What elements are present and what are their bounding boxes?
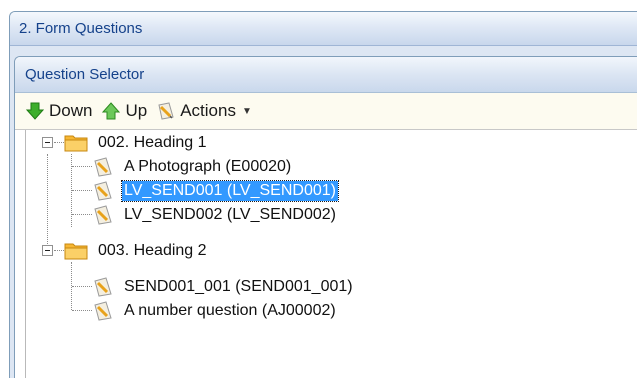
question-page-icon [94,157,112,177]
question-selector-title: Question Selector [25,66,145,83]
down-button[interactable]: Down [25,101,92,121]
form-questions-header[interactable]: 2. Form Questions [10,12,637,46]
tree-item-question-selected[interactable]: LV_SEND001 (LV_SEND001) [92,179,339,203]
question-label: A Photograph (E00020) [124,158,292,175]
question-label: SEND001_001 (SEND001_001) [124,278,353,295]
question-label: LV_SEND002 (LV_SEND002) [124,206,336,223]
actions-button[interactable]: Actions ▼ [156,101,252,121]
tree-connector [54,250,64,251]
question-page-icon [94,277,112,297]
question-page-icon [94,301,112,321]
tree-group-heading-2[interactable]: 003. Heading 2 [64,239,209,263]
tree-item-question[interactable]: A number question (AJ00002) [92,299,338,323]
collapse-toggle[interactable] [42,245,53,256]
collapse-toggle[interactable] [42,137,53,148]
tree-connector [72,214,92,215]
actions-label: Actions [180,101,236,120]
up-label: Up [125,101,148,120]
question-page-icon [94,181,112,201]
tree-connector [72,190,92,191]
folder-icon [64,135,88,152]
tree-item-question[interactable]: LV_SEND002 (LV_SEND002) [92,203,338,227]
tree-group-heading-1[interactable]: 002. Heading 1 [64,131,209,155]
question-page-icon [94,205,112,225]
question-label: LV_SEND001 (LV_SEND001) [121,180,339,202]
tree-connector [72,310,92,311]
tree-connector [72,286,92,287]
question-label: A number question (AJ00002) [124,302,336,319]
tree-connector [47,154,48,250]
arrow-up-icon [102,102,121,120]
toolbar: Down Up Actions ▼ [15,93,637,130]
question-selector-panel: Question Selector Down Up Actions ▼ 002.… [14,56,637,378]
question-tree: 002. Heading 1 A Photograph (E00020) LV_… [25,130,637,378]
group-label: 002. Heading 1 [98,134,207,151]
question-selector-header[interactable]: Question Selector [15,57,637,93]
group-label: 003. Heading 2 [98,242,207,259]
dropdown-caret-icon: ▼ [241,105,252,117]
arrow-down-icon [25,102,45,120]
form-questions-title: 2. Form Questions [19,20,143,37]
pencil-page-icon [158,102,174,120]
folder-icon [64,243,88,260]
tree-item-question[interactable]: A Photograph (E00020) [92,155,293,179]
tree-connector [54,142,64,143]
down-label: Down [49,101,93,120]
tree-item-question[interactable]: SEND001_001 (SEND001_001) [92,275,355,299]
tree-connector [72,166,92,167]
up-button[interactable]: Up [101,101,147,121]
